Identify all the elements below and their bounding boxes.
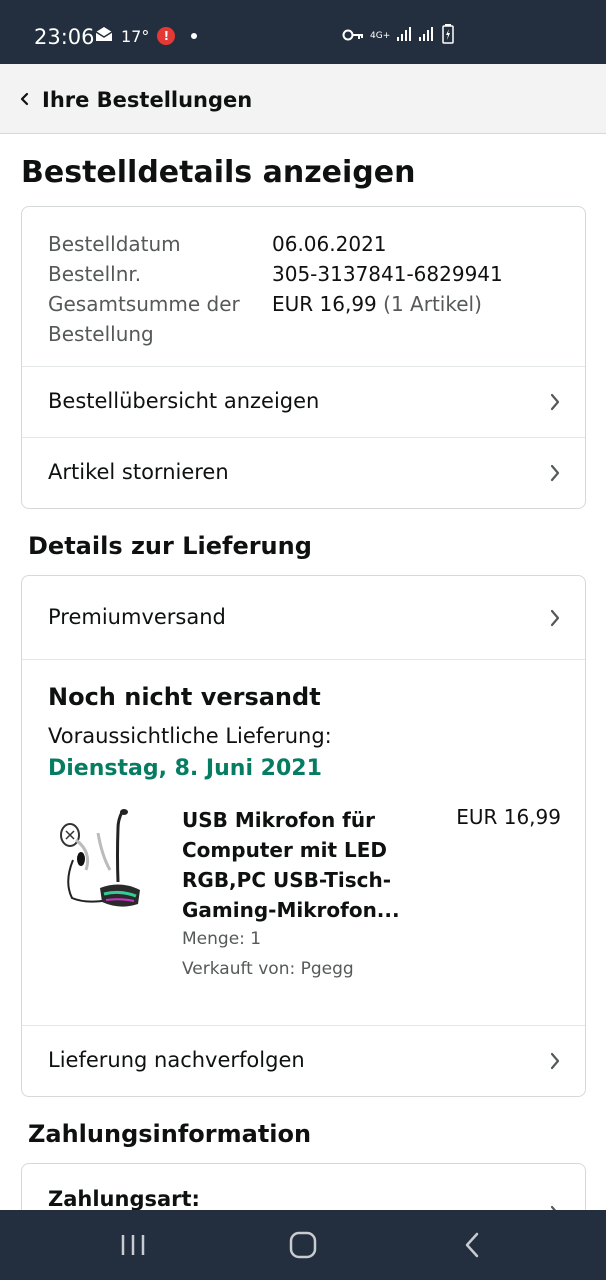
key-icon [342,27,364,46]
chevron-right-icon [549,392,561,416]
eta-label: Voraussichtliche Lieferung: [48,724,332,748]
product-quantity: Menge: 1 [182,929,262,949]
chevron-right-icon [549,1051,561,1075]
delivery-section-title: Details zur Lieferung [28,532,312,560]
chevron-right-icon [549,463,561,487]
order-date-value: 06.06.2021 [272,232,387,256]
status-bar: 23:06 17° ! 4G+ [0,0,606,64]
recent-apps-icon[interactable] [120,1230,146,1264]
order-number-row: Bestellnr. 305-3137841-6829941 [48,259,503,289]
order-number-value: 305-3137841-6829941 [272,262,503,286]
order-number-label: Bestellnr. [48,262,142,286]
product-title-link[interactable]: USB Mikrofon für Computer mit LED RGB,PC… [182,805,422,925]
back-icon[interactable] [462,1230,482,1264]
network-type: 4G+ [370,30,391,41]
alert-icon: ! [157,27,176,45]
navigation-bar [0,1210,606,1280]
product-image[interactable] [48,806,140,910]
status-left-icons: 17° ! [95,26,198,46]
battery-icon [442,24,454,48]
product-price: EUR 16,99 [456,805,561,829]
product-seller: Verkauft von: Pgegg [182,959,354,979]
status-right-icons: 4G+ [342,24,454,48]
order-total-amount: EUR 16,99 [272,292,377,316]
order-total-value: EUR 16,99 (1 Artikel) [272,289,482,349]
track-delivery-link[interactable]: Lieferung nachverfolgen [22,1025,585,1097]
chevron-left-icon[interactable] [18,89,30,113]
payment-method-label: Zahlungsart: [48,1187,200,1211]
status-time: 23:06 [34,25,95,49]
order-info: Bestelldatum 06.06.2021 Bestellnr. 305-3… [48,229,503,349]
order-item-count: (1 Artikel) [383,292,482,316]
signal-icon [396,26,436,46]
notification-dot [191,33,198,39]
cancel-items-link[interactable]: Artikel stornieren [22,437,585,508]
view-order-summary-link[interactable]: Bestellübersicht anzeigen [22,366,585,437]
page-title: Bestelldetails anzeigen [21,155,416,190]
eta-date: Dienstag, 8. Juni 2021 [48,756,322,781]
view-order-summary-label: Bestellübersicht anzeigen [48,389,320,413]
shipping-method-label: Premiumversand [48,605,226,629]
status-temperature: 17° [121,26,150,46]
mail-icon [95,26,113,46]
header: Ihre Bestellungen [0,64,606,134]
order-total-row: Gesamtsumme der Bestellung EUR 16,99 (1 … [48,289,503,349]
order-total-label: Gesamtsumme der Bestellung [48,292,240,346]
shipping-method-link[interactable]: Premiumversand [22,576,585,660]
order-date-row: Bestelldatum 06.06.2021 [48,229,503,259]
track-delivery-label: Lieferung nachverfolgen [48,1048,305,1072]
order-summary-card: Bestelldatum 06.06.2021 Bestellnr. 305-3… [21,206,586,509]
home-icon[interactable] [289,1230,317,1264]
delivery-card: Premiumversand Noch nicht versandt Vorau… [21,575,586,1097]
order-date-label: Bestelldatum [48,232,181,256]
cancel-items-label: Artikel stornieren [48,460,229,484]
chevron-right-icon [549,608,561,632]
shipment-status: Noch nicht versandt [48,683,321,711]
back-to-orders-link[interactable]: Ihre Bestellungen [42,88,252,112]
payment-section-title: Zahlungsinformation [28,1120,312,1148]
